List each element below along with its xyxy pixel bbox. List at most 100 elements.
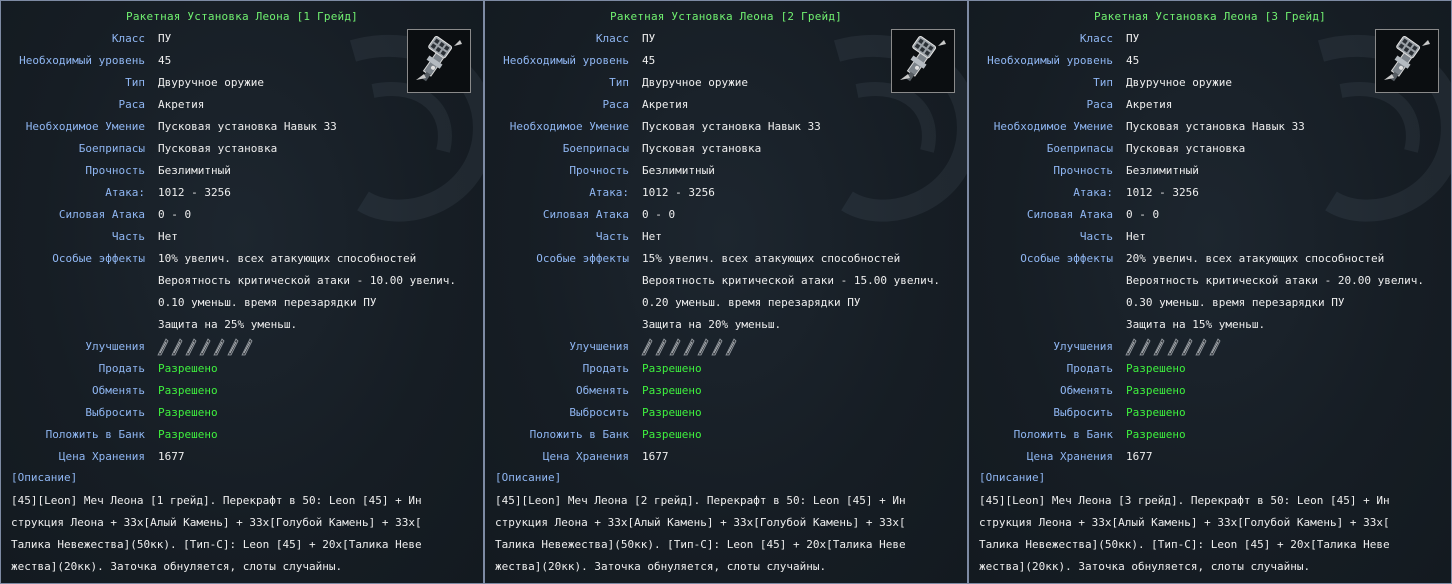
- stat-row-part: Часть Нет: [969, 226, 1451, 248]
- stat-label: Прочность: [569, 164, 629, 177]
- stat-label: Силовая Атака: [542, 208, 629, 221]
- stat-row-drop: Выбросить Разрешено: [1, 402, 483, 424]
- upgrade-slot-icon: [1208, 337, 1221, 356]
- stat-label: Атака:: [105, 186, 145, 199]
- stat-label: Силовая Атака: [58, 208, 145, 221]
- stat-value: Пусковая установка: [642, 142, 762, 155]
- stat-label: Раса: [118, 98, 146, 111]
- stat-row-effect: Особые эффекты 15% увелич. всех атакующих…: [485, 248, 967, 270]
- stat-label: Продать: [98, 362, 145, 375]
- stat-value: Безлимитный: [642, 164, 715, 177]
- item-tooltip-panel: Ракетная Установка Леона [1 Грейд] Класс П…: [0, 0, 484, 584]
- stat-value: Пусковая установка: [158, 142, 278, 155]
- stat-label: Класс: [1079, 32, 1113, 45]
- stat-label: Раса: [1086, 98, 1114, 111]
- stat-label: Цена Хранения: [542, 450, 629, 463]
- stat-value: 1677: [642, 450, 669, 463]
- stat-row-effect: Защита на 20% уменьш.: [485, 314, 967, 336]
- tooltip-comparison: Ракетная Установка Леона [1 Грейд] Класс П…: [0, 0, 1452, 584]
- stat-value: Разрешено: [1126, 362, 1186, 375]
- effect-value: 0.20 уменьш. время перезарядки ПУ: [642, 296, 861, 309]
- stat-row-force-attack: Силовая Атака 0 - 0: [1, 204, 483, 226]
- description-heading: [Описание]: [979, 471, 1046, 484]
- stat-value: Пусковая установка Навык 33: [158, 120, 337, 133]
- stat-label: Класс: [595, 32, 629, 45]
- stat-value: Разрешено: [158, 428, 218, 441]
- stat-row-class: Класс ПУ: [485, 28, 967, 50]
- stat-value: Разрешено: [158, 406, 218, 419]
- stat-value: Безлимитный: [158, 164, 231, 177]
- stat-row-effect: Вероятность критической атаки - 15.00 ув…: [485, 270, 967, 292]
- stat-row-upgrades: Улучшения: [1, 336, 483, 358]
- stat-label: Класс: [111, 32, 145, 45]
- stat-row-sell: Продать Разрешено: [485, 358, 967, 380]
- stat-label: Боеприпасы: [78, 142, 145, 155]
- stat-row-race: Раса Акретия: [969, 94, 1451, 116]
- stat-value: ПУ: [1126, 32, 1140, 45]
- stat-row-level: Необходимый уровень 45: [969, 50, 1451, 72]
- stat-label: Продать: [582, 362, 629, 375]
- stat-row-effect: 0.30 уменьш. время перезарядки ПУ: [969, 292, 1451, 314]
- stat-row-sell: Продать Разрешено: [1, 358, 483, 380]
- stat-value: Пусковая установка Навык 33: [1126, 120, 1305, 133]
- stat-label: Необходимый уровень: [19, 54, 145, 67]
- stat-label: Обменять: [576, 384, 629, 397]
- stat-value: Нет: [158, 230, 178, 243]
- stat-value: Разрешено: [1126, 428, 1186, 441]
- stat-row-level: Необходимый уровень 45: [1, 50, 483, 72]
- stat-row-drop: Выбросить Разрешено: [969, 402, 1451, 424]
- stat-label: Раса: [602, 98, 630, 111]
- stat-label: Обменять: [92, 384, 145, 397]
- stat-value: Двуручное оружие: [158, 76, 264, 89]
- stat-row-class: Класс ПУ: [1, 28, 483, 50]
- stat-value: 1677: [158, 450, 185, 463]
- stat-value: 0 - 0: [642, 208, 676, 221]
- stat-row-trade: Обменять Разрешено: [485, 380, 967, 402]
- description-text: [45][Leon] Меч Леона [2 грейд]. Перекраф…: [495, 494, 906, 573]
- stat-value: Разрешено: [1126, 406, 1186, 419]
- stat-row-part: Часть Нет: [485, 226, 967, 248]
- stat-row-force-attack: Силовая Атака 0 - 0: [485, 204, 967, 226]
- stat-value: 1012 - 3256: [1126, 186, 1199, 199]
- effect-value: Вероятность критической атаки - 20.00 ув…: [1126, 274, 1425, 287]
- stat-value: Безлимитный: [1126, 164, 1199, 177]
- stat-label: Улучшения: [1053, 340, 1113, 353]
- stat-value: Разрешено: [1126, 384, 1186, 397]
- stat-row-upgrades: Улучшения: [969, 336, 1451, 358]
- stat-label: Особые эффекты: [52, 252, 145, 265]
- description-text: [45][Leon] Меч Леона [1 грейд]. Перекраф…: [11, 494, 422, 573]
- upgrade-slot-icon: [654, 337, 667, 356]
- stat-row-skill: Необходимое Умение Пусковая установка Нав…: [969, 116, 1451, 138]
- stat-value: 45: [1126, 54, 1140, 67]
- stat-row-effect: Защита на 15% уменьш.: [969, 314, 1451, 336]
- stat-row-drop: Выбросить Разрешено: [485, 402, 967, 424]
- item-title: Ракетная Установка Леона [1 Грейд]: [126, 10, 358, 23]
- stat-row-durability: Прочность Безлимитный: [969, 160, 1451, 182]
- stat-label: Тип: [1093, 76, 1113, 89]
- stat-value: Акретия: [158, 98, 205, 111]
- stat-label: Часть: [1079, 230, 1113, 243]
- stat-value: ПУ: [642, 32, 656, 45]
- stat-row-trade: Обменять Разрешено: [1, 380, 483, 402]
- stat-label: Часть: [595, 230, 629, 243]
- effect-value: Защита на 15% уменьш.: [1126, 318, 1266, 331]
- stat-label: Атака:: [1073, 186, 1113, 199]
- stat-row-bank: Положить в Банк Разрешено: [485, 424, 967, 446]
- stat-value: 0 - 0: [158, 208, 192, 221]
- stat-label: Выбросить: [569, 406, 629, 419]
- stat-row-effect: Особые эффекты 10% увелич. всех атакующих…: [1, 248, 483, 270]
- stat-label: Прочность: [85, 164, 145, 177]
- stat-value: Двуручное оружие: [1126, 76, 1232, 89]
- stat-row-skill: Необходимое Умение Пусковая установка Нав…: [1, 116, 483, 138]
- stat-label: Необходимое Умение: [509, 120, 629, 133]
- stat-value: Разрешено: [158, 384, 218, 397]
- stat-value: Нет: [642, 230, 662, 243]
- effect-value: 10% увелич. всех атакующих способностей: [158, 252, 417, 265]
- upgrade-slot-icon: [668, 337, 681, 356]
- effect-value: Защита на 25% уменьш.: [158, 318, 298, 331]
- stat-row-attack: Атака: 1012 - 3256: [1, 182, 483, 204]
- stat-row-storage: Цена Хранения 1677: [1, 446, 483, 468]
- stat-row-storage: Цена Хранения 1677: [485, 446, 967, 468]
- stat-value: Двуручное оружие: [642, 76, 748, 89]
- stat-row-bank: Положить в Банк Разрешено: [969, 424, 1451, 446]
